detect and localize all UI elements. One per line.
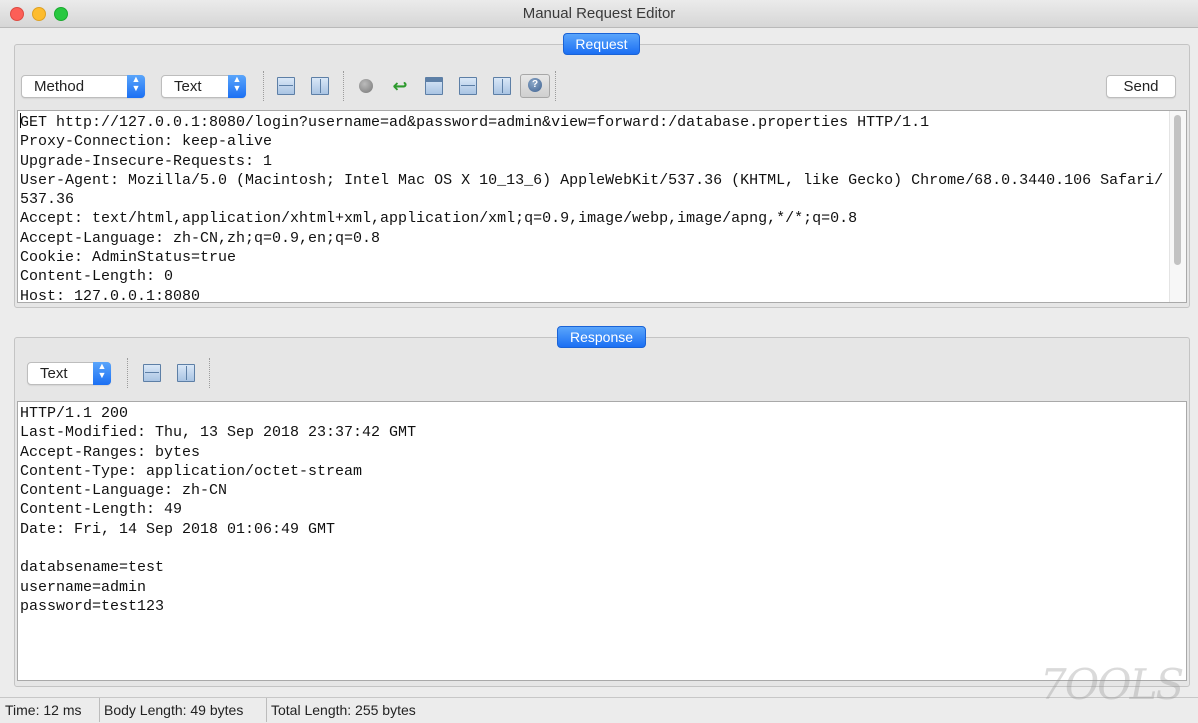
- split-horizontal-icon[interactable]: [143, 364, 161, 382]
- response-line: databsename=test: [20, 559, 165, 577]
- toolbar-separator: [555, 71, 556, 101]
- request-line: Accept-Language: zh-CN,zh;q=0.9,en;q=0.8: [20, 229, 381, 247]
- response-line: [20, 539, 1168, 558]
- request-toolbar: Method ▲ ▼ Text ▲ ▼ ↩ ? Send: [15, 71, 1189, 105]
- toolbar-separator: [263, 71, 264, 101]
- request-view-select-value: Text: [174, 78, 202, 95]
- split-horizontal-icon[interactable]: [277, 77, 295, 95]
- request-view-select[interactable]: Text ▲ ▼: [161, 75, 246, 98]
- response-viewer[interactable]: HTTP/1.1 200 Last-Modified: Thu, 13 Sep 2…: [17, 401, 1187, 681]
- response-line: username=admin: [20, 578, 147, 596]
- response-section-button[interactable]: Response: [557, 326, 646, 348]
- request-line: User-Agent: Mozilla/5.0 (Macintosh; Inte…: [20, 171, 1164, 189]
- chevron-updown-icon: ▲ ▼: [228, 75, 246, 98]
- response-view-select-value: Text: [40, 365, 68, 382]
- status-time: Time: 12 ms: [5, 702, 82, 718]
- chevron-updown-icon: ▲ ▼: [127, 75, 145, 98]
- record-icon[interactable]: [359, 79, 373, 93]
- response-line: HTTP/1.1 200: [20, 405, 129, 422]
- request-line: Host: 127.0.0.1:8080: [20, 287, 201, 303]
- method-select-value: Method: [34, 78, 85, 95]
- request-panel: Method ▲ ▼ Text ▲ ▼ ↩ ? Send GET http://12…: [14, 44, 1190, 308]
- window-title: Manual Request Editor: [522, 5, 676, 22]
- method-select[interactable]: Method ▲ ▼: [21, 75, 145, 98]
- split-columns-icon[interactable]: [493, 77, 511, 95]
- request-line: Upgrade-Insecure-Requests: 1: [20, 152, 273, 170]
- toolbar-separator: [209, 358, 210, 388]
- response-line: Accept-Ranges: bytes: [20, 443, 201, 461]
- split-vertical-icon[interactable]: [177, 364, 195, 382]
- help-icon[interactable]: ?: [520, 74, 550, 98]
- response-toolbar: Text ▲ ▼: [15, 358, 1189, 392]
- request-line: Cookie: AdminStatus=true: [20, 249, 237, 267]
- toolbar-separator: [127, 358, 128, 388]
- response-line: password=test123: [20, 597, 165, 615]
- split-rows-icon[interactable]: [459, 77, 477, 95]
- request-text: GET http://127.0.0.1:8080/login?username…: [20, 113, 1168, 303]
- watermark-logo: 7OOLS: [1040, 660, 1184, 709]
- request-editor[interactable]: GET http://127.0.0.1:8080/login?username…: [17, 110, 1187, 303]
- request-section-button[interactable]: Request: [563, 33, 640, 55]
- response-line: Content-Type: application/octet-stream: [20, 462, 363, 480]
- request-line: GET http://127.0.0.1:8080/login?username…: [20, 113, 930, 131]
- response-line: Last-Modified: Thu, 13 Sep 2018 23:37:42…: [20, 424, 417, 442]
- response-text: HTTP/1.1 200 Last-Modified: Thu, 13 Sep 2…: [20, 404, 1168, 616]
- chevron-updown-icon: ▲ ▼: [93, 362, 111, 385]
- text-cursor: [20, 113, 21, 128]
- title-bar: Manual Request Editor: [0, 0, 1198, 28]
- response-view-select[interactable]: Text ▲ ▼: [27, 362, 111, 385]
- request-line: Accept: text/html,application/xhtml+xml,…: [20, 210, 858, 228]
- word-wrap-icon[interactable]: ↩: [391, 77, 409, 95]
- status-bar: Time: 12 ms Body Length: 49 bytes Total …: [0, 697, 1198, 723]
- request-line: Content-Length: 0: [20, 268, 174, 286]
- response-line: Content-Language: zh-CN: [20, 482, 228, 500]
- request-line: 537.36: [20, 191, 75, 209]
- request-scrollbar[interactable]: [1169, 111, 1186, 302]
- request-line: Proxy-Connection: keep-alive: [20, 133, 273, 151]
- split-vertical-icon[interactable]: [311, 77, 329, 95]
- response-line: Content-Length: 49: [20, 501, 183, 519]
- status-body-length: Body Length: 49 bytes: [99, 698, 243, 722]
- send-button[interactable]: Send: [1106, 75, 1176, 98]
- status-total-length: Total Length: 255 bytes: [266, 698, 416, 722]
- window-header-icon[interactable]: [425, 77, 443, 95]
- response-line: Date: Fri, 14 Sep 2018 01:06:49 GMT: [20, 520, 336, 538]
- response-panel: Text ▲ ▼ HTTP/1.1 200 Last-Modified: Thu, …: [14, 337, 1190, 687]
- request-scroll-thumb[interactable]: [1174, 115, 1181, 265]
- toolbar-separator: [343, 71, 344, 101]
